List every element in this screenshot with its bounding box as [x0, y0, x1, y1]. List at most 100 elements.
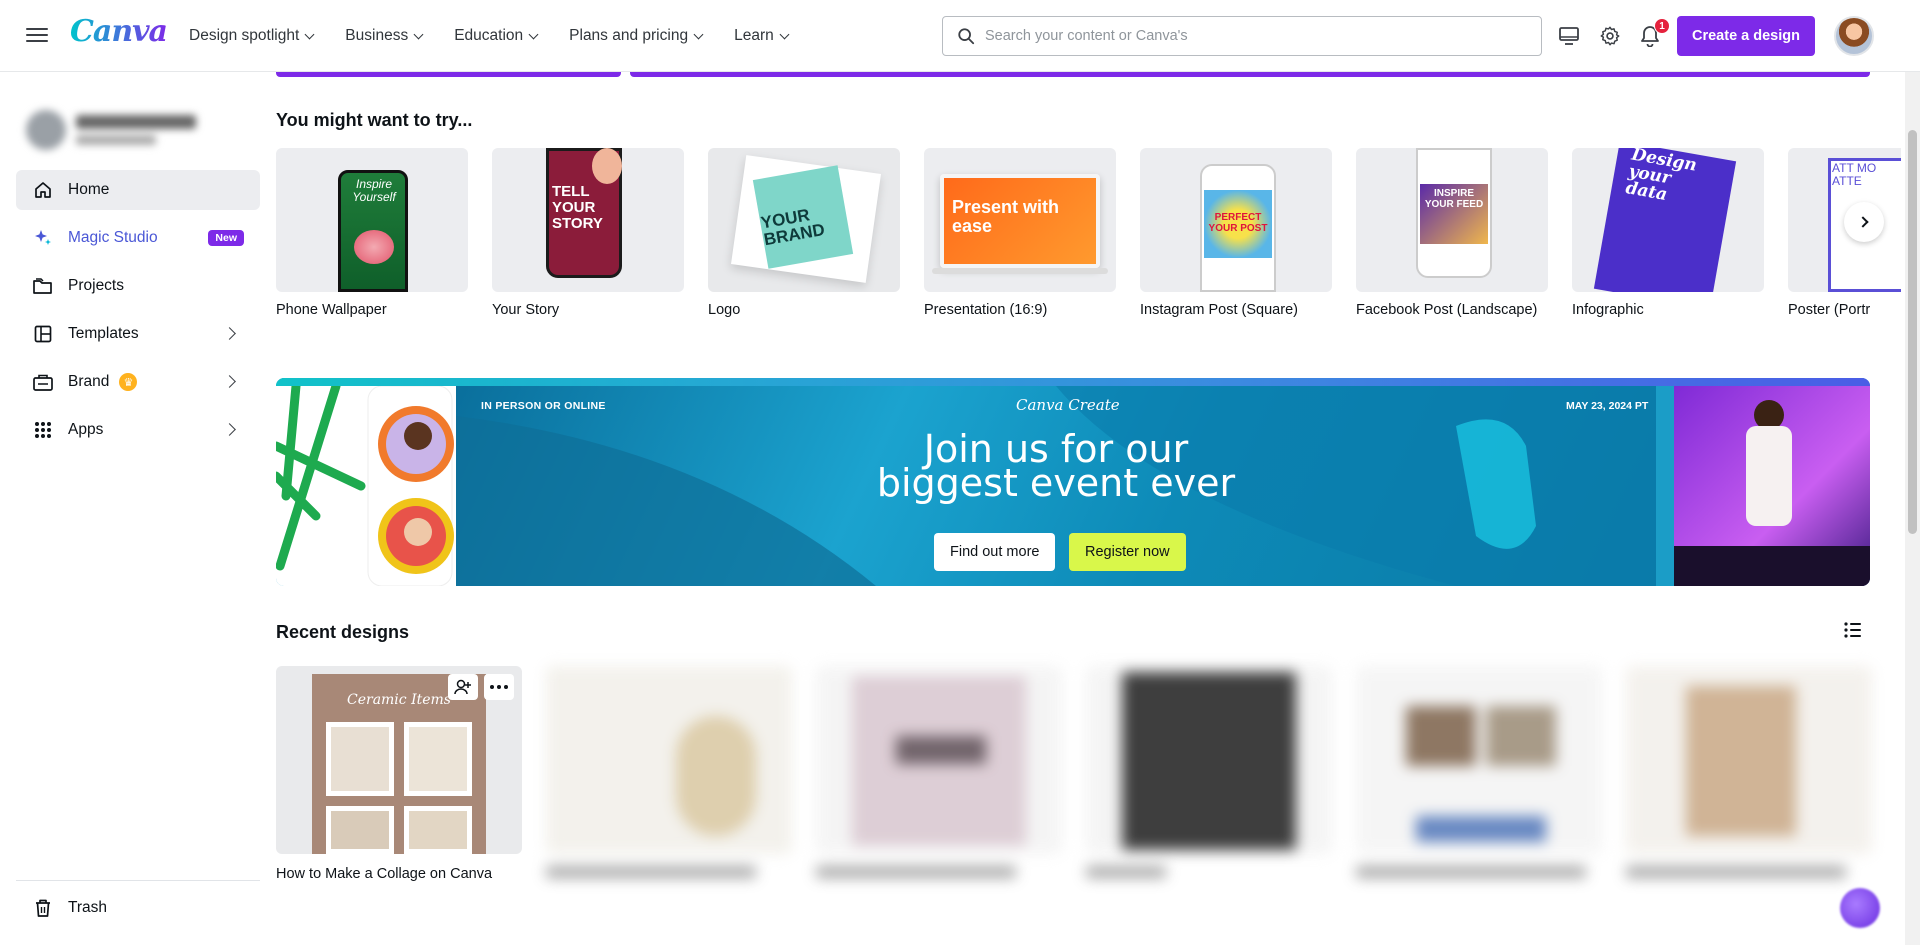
thumb-text: ATT MO ATTE [1832, 161, 1877, 188]
try-label: Infographic [1572, 302, 1644, 318]
sidebar-item-projects[interactable]: Projects [16, 266, 260, 306]
menu-label: Education [454, 27, 524, 44]
collage-photo [404, 806, 472, 854]
try-card-presentation[interactable]: Present with ease Presentation (16:9) [924, 148, 1116, 318]
try-label: Logo [708, 302, 741, 318]
banner-left-panel [276, 381, 456, 586]
user-avatar[interactable] [1834, 16, 1874, 56]
speaker-body [1746, 426, 1792, 526]
thumb-text: INSPIRE YOUR FEED [1424, 188, 1484, 210]
search-input[interactable] [985, 28, 1525, 44]
try-thumbnail: Present with ease [924, 148, 1116, 292]
blurred-shape [1416, 816, 1546, 842]
collage-photo [326, 806, 394, 854]
blurred-shape [1406, 706, 1476, 766]
apps-grid-icon [32, 419, 54, 441]
notifications-bell-icon[interactable]: 1 [1638, 18, 1670, 48]
profile-name-placeholder [76, 115, 196, 129]
try-card-facebook-post[interactable]: INSPIRE YOUR FEED Facebook Post (Landsca… [1356, 148, 1548, 318]
try-label: Presentation (16:9) [924, 302, 1048, 318]
more-options-icon[interactable] [484, 674, 514, 700]
recent-design-card[interactable] [1356, 666, 1602, 882]
canva-logo[interactable]: Canva [70, 14, 168, 49]
try-card-logo[interactable]: YOUR BRAND Logo [708, 148, 900, 318]
recent-designs-row: Ceramic Items How to Make a Collage on C… [276, 666, 1901, 896]
chevron-right-icon[interactable] [223, 327, 236, 340]
menu-label: Learn [734, 27, 774, 44]
try-section-title: You might want to try... [276, 110, 473, 130]
try-label: Instagram Post (Square) [1140, 302, 1298, 318]
find-out-more-button[interactable]: Find out more [934, 533, 1056, 571]
chevron-down-icon [304, 29, 315, 39]
recent-design-title [1626, 866, 1872, 882]
try-card-infographic[interactable]: Design your data Infographic [1572, 148, 1764, 318]
new-badge: New [208, 230, 244, 246]
sidebar-item-trash[interactable]: Trash [16, 888, 260, 928]
sidebar-item-magic-studio[interactable]: Magic Studio New [16, 218, 260, 258]
laptop-base [932, 268, 1108, 274]
register-now-button[interactable]: Register now [1069, 533, 1186, 571]
menu-plans-pricing[interactable]: Plans and pricing [569, 27, 717, 45]
try-label: Facebook Post (Landscape) [1356, 302, 1538, 318]
chevron-right-icon[interactable] [223, 375, 236, 388]
blurred-shape [1122, 672, 1296, 850]
search-box[interactable] [942, 16, 1542, 56]
sidebar-item-home[interactable]: Home [16, 170, 260, 210]
recent-thumbnail [816, 666, 1062, 854]
recent-design-card[interactable] [816, 666, 1062, 882]
recent-design-title [1356, 866, 1602, 882]
banner-top-gradient [276, 378, 1870, 386]
sidebar-item-label: Magic Studio [68, 229, 158, 246]
recent-design-title [546, 866, 792, 882]
list-view-icon[interactable] [1842, 619, 1864, 641]
previous-banner-edge [276, 72, 621, 77]
try-label: Your Story [492, 302, 560, 318]
title-placeholder [1086, 866, 1166, 878]
desktop-app-icon[interactable] [1557, 24, 1581, 48]
try-thumbnail: PERFECT YOUR POST [1140, 148, 1332, 292]
menu-design-spotlight[interactable]: Design spotlight [189, 27, 328, 45]
try-card-instagram-post[interactable]: PERFECT YOUR POST Instagram Post (Square… [1140, 148, 1332, 318]
recent-design-title: How to Make a Collage on Canva [276, 866, 493, 882]
brand-icon [32, 371, 54, 393]
banner-headline: Join us for our biggest event ever [776, 430, 1336, 502]
chevron-right-icon[interactable] [223, 423, 236, 436]
recent-design-card[interactable] [1086, 666, 1332, 882]
thumb-text: Inspire Yourself [352, 177, 396, 204]
create-design-button[interactable]: Create a design [1677, 16, 1815, 56]
audience [1674, 546, 1870, 586]
try-card-phone-wallpaper[interactable]: Inspire Yourself Phone Wallpaper [276, 148, 468, 318]
try-card-poster[interactable]: ATT MO ATTE Poster (Portr [1788, 148, 1901, 318]
try-label: Phone Wallpaper [276, 302, 387, 318]
recent-design-card[interactable]: Ceramic Items How to Make a Collage on C… [276, 666, 522, 882]
carousel-next-button[interactable] [1844, 202, 1884, 242]
canva-create-banner[interactable]: IN PERSON OR ONLINE Canva Create MAY 23,… [276, 378, 1870, 586]
menu-business[interactable]: Business [345, 27, 437, 45]
profile-text [76, 115, 196, 145]
menu-label: Plans and pricing [569, 27, 689, 44]
hamburger-menu-icon[interactable] [26, 24, 48, 46]
share-people-icon[interactable] [448, 674, 478, 700]
recent-design-card[interactable] [546, 666, 792, 882]
try-card-your-story[interactable]: TELL YOUR STORY Your Story [492, 148, 684, 318]
scrollbar-thumb[interactable] [1908, 130, 1917, 534]
chevron-down-icon [528, 29, 539, 39]
sidebar-item-label: Templates [68, 325, 139, 342]
main-menu: Design spotlight Business Education Plan… [189, 0, 820, 72]
help-assistant-button[interactable] [1840, 888, 1880, 928]
sidebar-item-templates[interactable]: Templates [16, 314, 260, 354]
menu-education[interactable]: Education [454, 27, 552, 45]
templates-icon [32, 323, 54, 345]
recent-design-card[interactable] [1626, 666, 1872, 882]
photo-fill [331, 727, 389, 791]
settings-gear-icon[interactable] [1598, 24, 1622, 48]
recent-thumbnail [1626, 666, 1872, 854]
sidebar-item-apps[interactable]: Apps [16, 410, 260, 450]
page-scrollbar[interactable] [1905, 72, 1920, 945]
collage-photo [404, 722, 472, 796]
previous-banner-edge [630, 72, 1870, 77]
sidebar-item-brand[interactable]: Brand ♛ [16, 362, 260, 402]
menu-learn[interactable]: Learn [734, 27, 803, 45]
account-profile-blurred[interactable] [26, 102, 226, 158]
chevron-down-icon [693, 29, 704, 39]
